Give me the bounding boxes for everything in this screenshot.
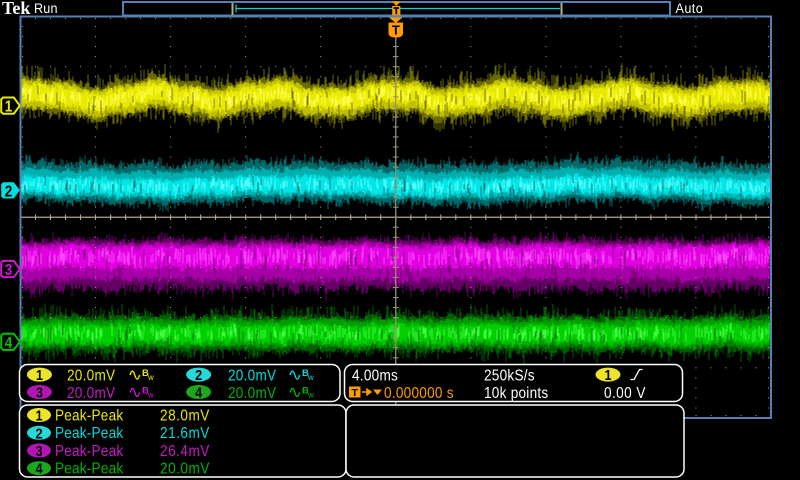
svg-text:3: 3 [35,442,42,459]
svg-text:3: 3 [5,262,13,279]
svg-text:1: 1 [36,366,43,383]
svg-text:1: 1 [35,406,42,423]
svg-text:Peak-Peak: Peak-Peak [55,425,124,442]
svg-text:20.0mV: 20.0mV [67,368,115,385]
svg-text:w: w [147,391,154,400]
svg-text:250kS/s: 250kS/s [484,368,535,385]
svg-text:20.0mV: 20.0mV [67,385,115,402]
svg-text:Peak-Peak: Peak-Peak [55,443,124,460]
svg-text:28.0mV: 28.0mV [160,407,210,424]
svg-text:1: 1 [604,366,611,383]
svg-text:2: 2 [195,366,202,383]
svg-text:21.6mV: 21.6mV [160,425,210,442]
svg-text:Tek: Tek [2,0,30,18]
svg-text:Peak-Peak: Peak-Peak [55,461,124,478]
svg-text:4: 4 [195,383,202,400]
svg-text:2: 2 [35,424,42,441]
svg-text:T: T [351,387,358,399]
svg-text:20.0mV: 20.0mV [160,461,210,478]
svg-text:3: 3 [36,383,43,400]
svg-text:1: 1 [5,99,13,116]
svg-text:w: w [307,391,314,400]
svg-text:4.00ms: 4.00ms [352,368,398,385]
svg-text:2: 2 [5,183,13,200]
svg-text:Auto: Auto [676,0,704,16]
svg-text:20.0mV: 20.0mV [228,368,276,385]
svg-text:Peak-Peak: Peak-Peak [55,407,124,424]
svg-text:10k points: 10k points [484,385,548,402]
svg-text:4: 4 [5,335,13,352]
svg-text:w: w [307,373,314,382]
svg-text:0.000000 s: 0.000000 s [384,385,454,402]
svg-text:w: w [147,373,154,382]
svg-text:4: 4 [35,460,42,477]
svg-text:Run: Run [34,0,58,16]
svg-text:20.0mV: 20.0mV [228,385,276,402]
svg-text:T: T [392,23,400,38]
svg-text:0.00 V: 0.00 V [604,385,646,402]
svg-text:26.4mV: 26.4mV [160,443,210,460]
